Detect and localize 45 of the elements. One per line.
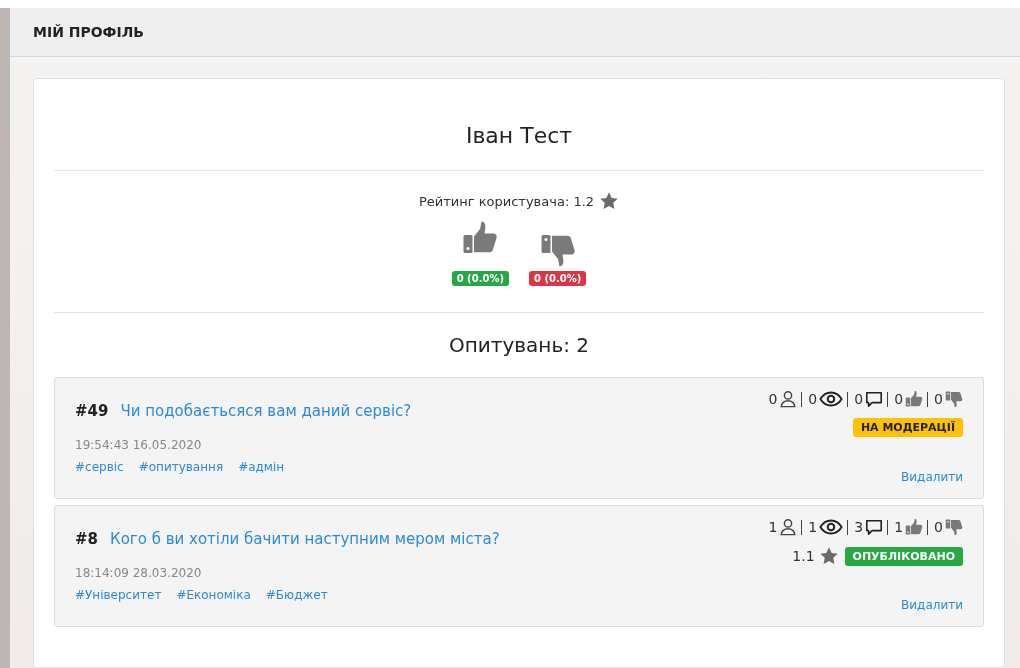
star-icon: [599, 191, 620, 211]
poll-number: #49: [75, 402, 109, 420]
views-count: 0: [808, 391, 818, 407]
poll-title-link[interactable]: Чи подобаєтьсяся вам даний сервіс?: [120, 402, 412, 420]
comment-icon: [865, 518, 884, 536]
delete-link[interactable]: Видалити: [901, 470, 963, 484]
delete-link[interactable]: Видалити: [901, 598, 963, 612]
participants-count: 0: [768, 391, 778, 407]
eye-icon: [819, 518, 844, 536]
poll-date: 19:54:43 16.05.2020: [75, 438, 203, 452]
thumbs-down-icon: [945, 518, 963, 536]
polls-count: Опитувань: 2: [448, 333, 590, 357]
dislikes-count: 0: [934, 519, 943, 535]
user-name: Іван Тест: [464, 123, 574, 148]
likes-count: 1: [894, 519, 904, 535]
likes-badge: 0 (0.0%): [451, 271, 509, 286]
tag-link[interactable]: #адмін: [238, 460, 285, 474]
views-count: 1: [808, 519, 818, 535]
tag-link[interactable]: #Університет: [75, 588, 162, 602]
status-badge: НА МОДЕРАЦІЇ: [852, 418, 963, 437]
thumbs-down-icon: [945, 390, 963, 408]
tag-link[interactable]: #Бюджет: [265, 588, 328, 602]
status-badge: ОПУБЛІКОВАНО: [844, 546, 963, 566]
dislikes-count: 0: [934, 391, 943, 407]
thumbs-up-icon: [905, 390, 924, 408]
tag-link[interactable]: #сервіс: [75, 460, 124, 474]
user-icon: [779, 390, 798, 408]
tag-link[interactable]: #опитування: [138, 460, 224, 474]
thumbs-up-icon: [905, 518, 924, 536]
poll-date: 18:14:09 28.03.2020: [75, 566, 203, 580]
comments-count: 3: [854, 519, 864, 535]
user-icon: [779, 518, 798, 536]
page-title: МІЙ ПРОФІЛЬ: [33, 24, 144, 40]
comment-icon: [865, 390, 884, 408]
poll-number: #8: [75, 530, 98, 548]
user-rating: Рейтинг користувача: 1.2: [418, 193, 595, 209]
poll-rating: 1.1: [792, 548, 815, 564]
eye-icon: [819, 390, 844, 408]
participants-count: 1: [768, 519, 778, 535]
comments-count: 0: [854, 391, 864, 407]
poll-title-link[interactable]: Кого б ви хотіли бачити наступним мером міста?: [110, 530, 500, 548]
dislikes-badge: 0 (0.0%): [529, 271, 587, 286]
likes-count: 0: [894, 391, 904, 407]
tag-link[interactable]: #Економіка: [176, 588, 251, 602]
star-icon: [818, 546, 839, 566]
